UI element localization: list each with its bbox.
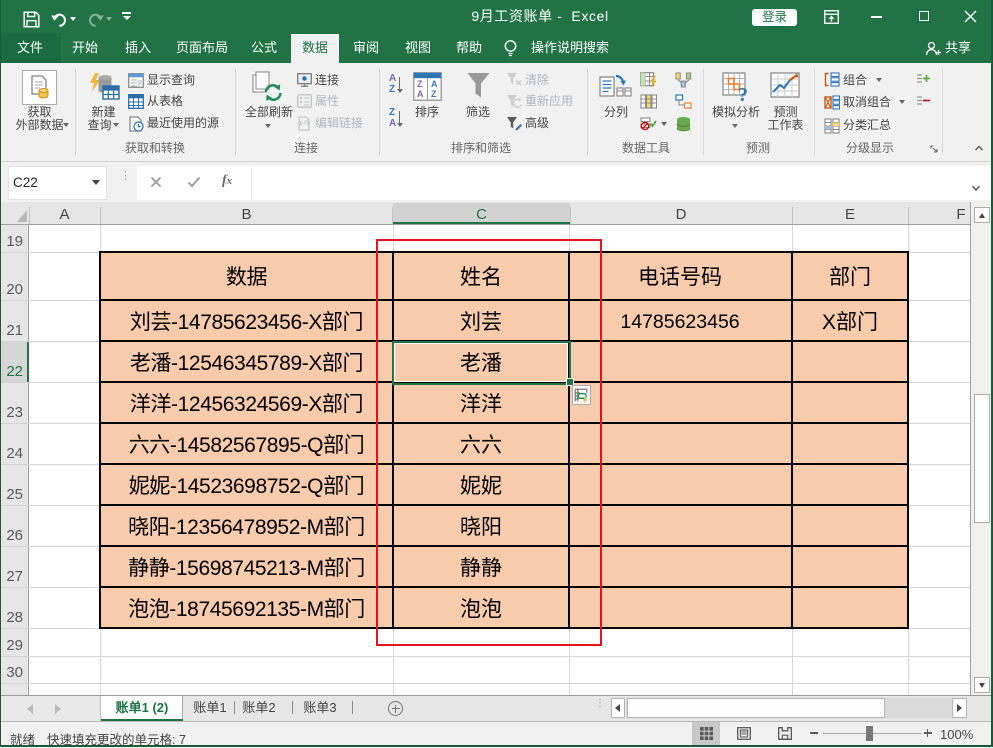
svg-text:?: ?	[738, 84, 748, 102]
svg-text:A: A	[417, 89, 424, 99]
svg-text:A: A	[431, 79, 438, 89]
svg-text:Z: Z	[417, 79, 423, 89]
svg-text:Z: Z	[431, 89, 437, 99]
